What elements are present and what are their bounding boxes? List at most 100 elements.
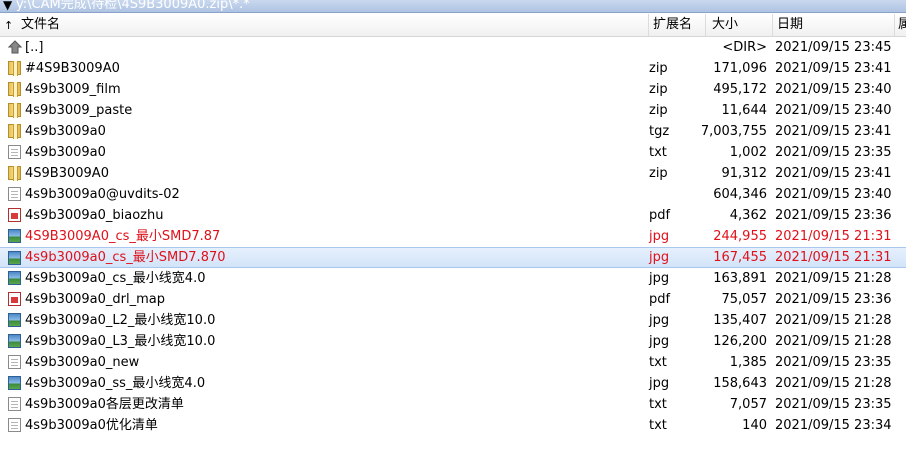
file-name: [..] [25,40,44,55]
file-date: 2021/09/15 21:31 [775,250,892,265]
file-date: 2021/09/15 23:35 [775,145,892,160]
file-name: 4S9B3009A0 [25,166,109,181]
image-file-icon [8,334,21,348]
file-row[interactable]: 4s9b3009_film zip 495,172 2021/09/15 23:40 [0,79,906,100]
file-row[interactable]: 4s9b3009a0_biaozhu pdf 4,362 2021/09/15 23:… [0,205,906,226]
file-row[interactable]: 4s9b3009a0_cs_最小SMD7.870 jpg 167,455 2021/0… [0,247,906,268]
file-name: 4s9b3009a0_new [25,355,140,370]
file-ext: pdf [649,292,671,307]
file-row[interactable]: 4s9b3009a0@uvdits-02 604,346 2021/09/15 23… [0,184,906,205]
file-date: 2021/09/15 21:28 [775,376,892,391]
file-name: 4s9b3009a0_ss_最小线宽4.0 [25,376,206,391]
file-size: 171,096 [713,61,767,76]
file-row[interactable]: 4s9b3009a0各层更改清单 txt 7,057 2021/09/15 23:35 [0,394,906,415]
file-row[interactable]: 4S9B3009A0 zip 91,312 2021/09/15 23:41 [0,163,906,184]
file-size: 1,002 [729,145,767,160]
file-name: 4s9b3009a0优化清单 [25,418,158,433]
file-name: 4s9b3009_film [25,82,121,97]
text-file-icon [8,145,21,159]
file-row[interactable]: 4s9b3009a0_ss_最小线宽4.0 jpg 158,643 2021/09/1… [0,373,906,394]
file-row[interactable]: 4s9b3009a0_drl_map pdf 75,057 2021/09/15 23… [0,289,906,310]
file-date: 2021/09/15 23:41 [775,166,892,181]
file-name: 4s9b3009a0 [25,124,106,139]
file-name: 4s9b3009a0_L2_最小线宽10.0 [25,313,216,328]
file-row[interactable]: #4S9B3009A0 zip 171,096 2021/09/15 23:41 [0,58,906,79]
file-name: 4s9b3009a0_cs_最小线宽4.0 [25,271,206,286]
image-file-icon [8,271,21,285]
file-date: 2021/09/15 21:28 [775,334,892,349]
file-name: 4s9b3009a0_drl_map [25,292,165,307]
column-header: ↑ 文件名 扩展名 大小 日期 属 [0,14,906,37]
file-ext: zip [649,82,668,97]
file-ext: zip [649,166,668,181]
file-ext: txt [649,397,667,412]
file-date: 2021/09/15 23:40 [775,82,892,97]
file-date: 2021/09/15 21:31 [775,229,892,244]
file-row[interactable]: 4s9b3009a0 tgz 7,003,755 2021/09/15 23:41 [0,121,906,142]
column-attr-header[interactable]: 属 [895,14,906,36]
file-row[interactable]: 4s9b3009_paste zip 11,644 2021/09/15 23:40 [0,100,906,121]
file-ext: jpg [649,271,670,286]
file-ext: txt [649,418,667,433]
file-date: 2021/09/15 23:35 [775,397,892,412]
file-size: 244,955 [713,229,767,244]
file-row[interactable]: 4s9b3009a0_L2_最小线宽10.0 jpg 135,407 2021/09/… [0,310,906,331]
file-date: 2021/09/15 23:36 [775,208,892,223]
image-file-icon [8,313,21,327]
file-row[interactable]: 4s9b3009a0_L3_最小线宽10.0 jpg 126,200 2021/09/… [0,331,906,352]
sort-arrow-icon: ↑ [4,19,14,32]
file-size: 495,172 [713,82,767,97]
archive-icon [8,82,21,97]
file-name: 4s9b3009a0@uvdits-02 [25,187,180,202]
file-row[interactable]: 4S9B3009A0_cs_最小SMD7.87 jpg 244,955 2021/09… [0,226,906,247]
file-date: 2021/09/15 21:28 [775,271,892,286]
file-row[interactable]: 4s9b3009a0优化清单 txt 140 2021/09/15 23:34 [0,415,906,436]
text-file-icon [8,397,21,411]
file-date: 2021/09/15 23:41 [775,61,892,76]
column-name-header[interactable]: ↑ 文件名 [0,14,649,36]
file-size: 91,312 [721,166,768,181]
file-row[interactable]: 4s9b3009a0_new txt 1,385 2021/09/15 23:35 [0,352,906,373]
file-size: <DIR> [722,40,767,55]
file-ext: jpg [649,376,670,391]
file-name: 4s9b3009a0_biaozhu [25,208,164,223]
file-row[interactable]: 4s9b3009a0_cs_最小线宽4.0 jpg 163,891 2021/09/1… [0,268,906,289]
pdf-file-icon [8,208,21,222]
file-date: 2021/09/15 23:45 [775,40,892,55]
file-size: 75,057 [721,292,768,307]
file-date: 2021/09/15 21:28 [775,313,892,328]
archive-icon [8,124,21,139]
file-date: 2021/09/15 23:40 [775,103,892,118]
file-name: 4S9B3009A0_cs_最小SMD7.87 [25,229,221,244]
file-row[interactable]: [..] <DIR> 2021/09/15 23:45 [0,37,906,58]
image-file-icon [8,251,21,265]
text-file-icon [8,355,21,369]
file-name: #4S9B3009A0 [25,61,120,76]
file-size: 4,362 [729,208,767,223]
file-ext: jpg [649,334,670,349]
file-ext: jpg [649,250,670,265]
file-name: 4s9b3009_paste [25,103,133,118]
file-date: 2021/09/15 23:36 [775,292,892,307]
current-path: y:\CAM完成\待检\4S9B3009A0.zip\*.* [16,0,250,12]
column-date-header[interactable]: 日期 [773,14,895,36]
file-name: 4s9b3009a0_L3_最小线宽10.0 [25,334,216,349]
file-size: 1,385 [729,355,767,370]
file-ext: jpg [649,229,670,244]
file-size: 158,643 [713,376,767,391]
path-bar[interactable]: ▼ y:\CAM完成\待检\4S9B3009A0.zip\*.* [0,0,906,13]
file-ext: zip [649,103,668,118]
file-date: 2021/09/15 23:40 [775,187,892,202]
column-ext-header[interactable]: 扩展名 [649,14,706,36]
file-size: 163,891 [713,271,767,286]
file-ext: jpg [649,313,670,328]
file-name: 4s9b3009a0_cs_最小SMD7.870 [25,250,226,265]
file-ext: zip [649,61,668,76]
archive-icon [8,166,21,181]
column-size-header[interactable]: 大小 [706,14,773,36]
file-row[interactable]: 4s9b3009a0 txt 1,002 2021/09/15 23:35 [0,142,906,163]
file-ext: pdf [649,208,671,223]
file-ext: txt [649,145,667,160]
dropdown-arrow-icon[interactable]: ▼ [3,0,12,12]
file-date: 2021/09/15 23:41 [775,124,892,139]
